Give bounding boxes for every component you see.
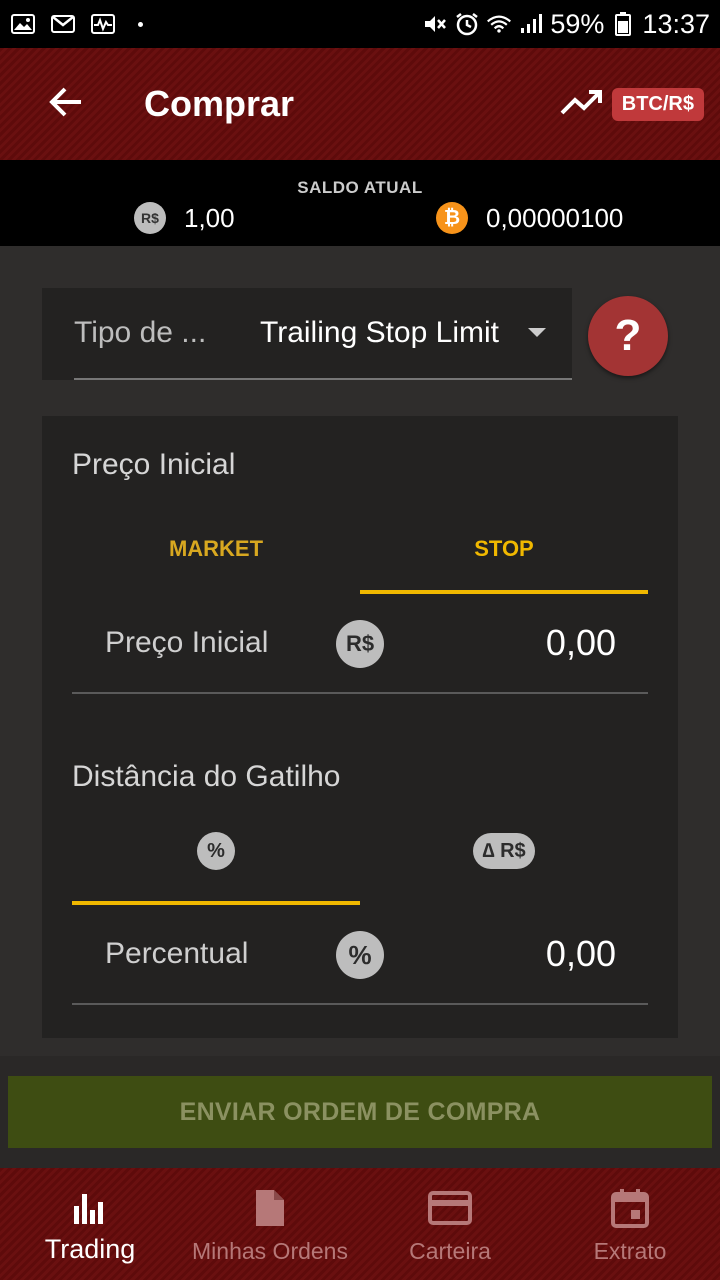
- credit-card-icon: [428, 1186, 472, 1230]
- btc-balance-value: 0,00000100: [486, 202, 624, 233]
- bitcoin-icon: ₿: [436, 202, 468, 234]
- initial-price-label: Preço Inicial: [105, 626, 269, 659]
- chevron-down-icon: [528, 328, 546, 337]
- clock: 13:37: [642, 8, 710, 39]
- order-form-card: Preço Inicial MARKET STOP Preço Inicial …: [42, 416, 678, 1038]
- delta-brl-icon: ∆ R$: [473, 833, 535, 869]
- nav-label-carteira: Carteira: [409, 1238, 491, 1264]
- alarm-icon: [454, 13, 480, 36]
- back-button[interactable]: [0, 48, 130, 160]
- nav-item-carteira[interactable]: Carteira: [360, 1168, 540, 1280]
- tab-market[interactable]: MARKET: [72, 504, 360, 594]
- percent-icon: %: [197, 832, 235, 870]
- app-bar: Comprar BTC/R$: [0, 48, 720, 160]
- bar-chart-icon: [68, 1186, 112, 1230]
- percent-icon: %: [336, 931, 384, 979]
- nav-label-extrato: Extrato: [593, 1238, 667, 1264]
- tab-percent[interactable]: %: [72, 806, 360, 896]
- nav-item-minhas-ordens[interactable]: Minhas Ordens: [180, 1168, 360, 1280]
- help-button[interactable]: ?: [588, 296, 668, 376]
- balance-label: SALDO ATUAL: [297, 178, 423, 197]
- status-bar: 59% 13:37: [0, 0, 720, 48]
- gmail-icon: [50, 13, 76, 35]
- nav-label-minhas-ordens: Minhas Ordens: [192, 1238, 348, 1264]
- percentual-label: Percentual: [105, 937, 249, 970]
- nav-label-trading: Trading: [44, 1234, 136, 1264]
- wifi-icon: [486, 13, 512, 35]
- document-icon: [248, 1186, 292, 1230]
- order-type-underline: [74, 378, 572, 380]
- trigger-distance-title: Distância do Gatilho: [72, 760, 341, 793]
- mute-icon: [422, 13, 448, 35]
- back-arrow-icon: [47, 86, 83, 123]
- brl-coin-icon: R$: [134, 202, 166, 234]
- trending-up-icon: [560, 88, 604, 121]
- percentual-field[interactable]: Percentual % 0,00: [72, 905, 648, 1005]
- signal-icon: [518, 13, 544, 35]
- brl-balance-value: 1,00: [184, 202, 235, 233]
- submit-area: ENVIAR ORDEM DE COMPRA: [0, 1056, 720, 1168]
- pair-badge: BTC/R$: [611, 87, 704, 121]
- activity-icon: [90, 13, 116, 35]
- pair-selector[interactable]: BTC/R$: [560, 87, 704, 121]
- battery-icon: [610, 12, 636, 36]
- balance-bar: SALDO ATUAL R$ 1,00 ₿ 0,00000100: [0, 160, 720, 246]
- percentual-input[interactable]: 0,00: [546, 933, 616, 975]
- brl-balance: R$ 1,00: [134, 202, 235, 234]
- submit-order-button[interactable]: ENVIAR ORDEM DE COMPRA: [8, 1076, 712, 1148]
- order-type-dropdown[interactable]: Tipo de ... Trailing Stop Limit: [42, 288, 572, 380]
- initial-price-input[interactable]: 0,00: [546, 622, 616, 664]
- image-icon: [10, 13, 36, 35]
- initial-price-title: Preço Inicial: [72, 448, 236, 481]
- brl-currency-icon: R$: [336, 620, 384, 668]
- battery-percent: 59%: [550, 8, 605, 39]
- bottom-navigation: Trading Minhas Ordens Carteira Extrato: [0, 1168, 720, 1280]
- btc-balance: ₿ 0,00000100: [436, 202, 623, 234]
- tab-delta-brl[interactable]: ∆ R$: [360, 806, 648, 896]
- order-type-value: Trailing Stop Limit: [260, 316, 499, 349]
- nav-item-extrato[interactable]: Extrato: [540, 1168, 720, 1280]
- nav-item-trading[interactable]: Trading: [0, 1168, 180, 1280]
- field-underline: [72, 692, 648, 694]
- page-title: Comprar: [144, 83, 295, 124]
- initial-price-field[interactable]: Preço Inicial R$ 0,00: [72, 594, 648, 694]
- calendar-icon: [608, 1186, 652, 1230]
- notification-dot: [138, 21, 143, 27]
- order-type-label: Tipo de ...: [74, 316, 207, 349]
- field-underline: [72, 1003, 648, 1005]
- tab-stop[interactable]: STOP: [360, 504, 648, 594]
